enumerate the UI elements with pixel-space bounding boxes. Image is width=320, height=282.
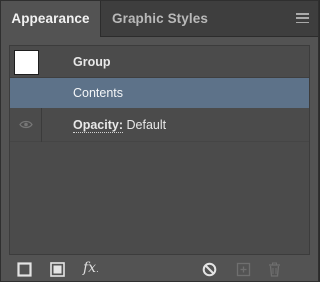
tab-bar: Appearance Graphic Styles [1,1,318,37]
group-thumbnail [14,50,39,75]
fx-icon[interactable]: fx. [83,260,99,276]
hamburger-icon[interactable] [296,13,309,24]
tab-appearance[interactable]: Appearance [1,1,101,37]
panel-toolbar: fx. [1,257,318,281]
contents-label: Contents [73,86,124,100]
opacity-row[interactable]: Opacity: Default [10,108,309,142]
group-row[interactable]: Group [10,46,309,78]
square-outline-icon[interactable] [17,262,32,277]
contents-row[interactable]: Contents [10,78,309,108]
appearance-list: Group Contents Opacity: Default [9,45,310,255]
fx-sub-label: . [96,265,99,274]
tab-graphic-styles[interactable]: Graphic Styles [112,1,208,36]
opacity-value: Default [126,118,167,132]
visibility-divider [41,108,42,142]
trash-icon[interactable] [267,262,282,277]
fx-label: fx [83,260,97,276]
eye-icon[interactable] [19,120,33,129]
group-label: Group [73,55,111,69]
appearance-panel: Appearance Graphic Styles Group Contents… [0,0,319,282]
filled-square-icon[interactable] [50,262,65,277]
opacity-text: Opacity: Default [73,118,167,133]
plus-square-icon[interactable] [236,262,251,277]
prohibit-icon[interactable] [202,262,217,277]
opacity-link[interactable]: Opacity: [73,118,124,133]
